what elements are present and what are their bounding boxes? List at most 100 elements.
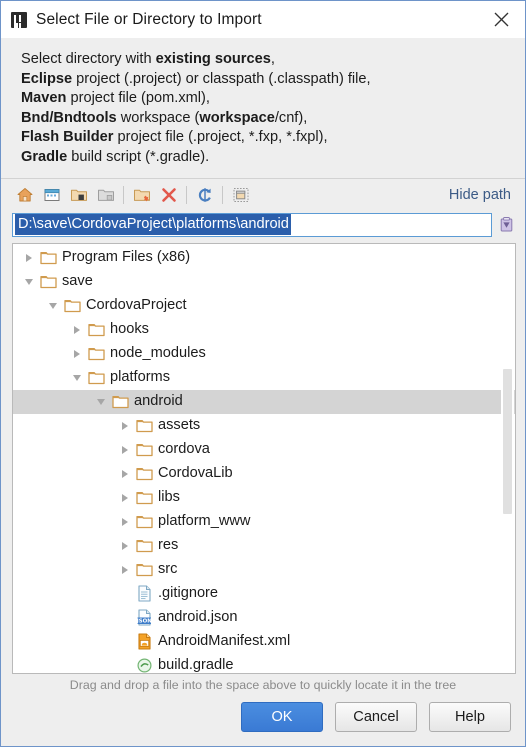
description-line: Bnd/Bndtools workspace (workspace/cnf), — [21, 109, 525, 129]
tree-row[interactable]: src — [13, 558, 515, 582]
folder-icon — [61, 294, 83, 318]
chevron-right-icon[interactable] — [117, 510, 133, 534]
description-line: Gradle build script (*.gradle). — [21, 148, 525, 168]
chevron-right-icon[interactable] — [117, 462, 133, 486]
folder-icon — [85, 342, 107, 366]
help-button[interactable]: Help — [429, 702, 511, 732]
description-segment: /cnf), — [274, 109, 308, 126]
chevron-down-icon[interactable] — [93, 390, 109, 414]
close-icon[interactable] — [481, 1, 521, 38]
desktop-button[interactable] — [38, 182, 65, 208]
path-input[interactable]: D:\save\CordovaProject\platforms\android — [12, 212, 492, 237]
tree-arrow-spacer — [117, 654, 133, 673]
path-input-value: D:\save\CordovaProject\platforms\android — [15, 214, 291, 236]
tree-row[interactable]: node_modules — [13, 342, 515, 366]
page-title: Select File or Directory to Import — [36, 10, 262, 28]
folder-icon — [37, 270, 59, 294]
hide-path-link[interactable]: Hide path — [449, 187, 517, 203]
import-dialog: Select File or Directory to Import Selec… — [0, 0, 526, 747]
paste-icon[interactable] — [495, 213, 517, 237]
json-file-icon: JSON — [133, 606, 155, 630]
chevron-right-icon[interactable] — [69, 342, 85, 366]
chevron-down-icon[interactable] — [21, 270, 37, 294]
description-segment: build script (*.gradle). — [67, 148, 210, 165]
toolbar-separator — [186, 185, 187, 204]
tree-row-label: libs — [158, 489, 180, 506]
toolbar-separator — [222, 185, 223, 204]
chevron-right-icon[interactable] — [117, 558, 133, 582]
drag-drop-hint: Drag and drop a file into the space abov… — [1, 674, 525, 698]
project-directory-button[interactable] — [65, 182, 92, 208]
chevron-right-icon[interactable] — [69, 318, 85, 342]
tree-row-label: .gitignore — [158, 585, 219, 602]
folder-icon — [133, 510, 155, 534]
chevron-right-icon[interactable] — [21, 246, 37, 270]
toolbar: Hide path — [1, 177, 525, 211]
tree-row-label: platforms — [110, 369, 171, 386]
folder-icon — [133, 558, 155, 582]
tree-row-label: hooks — [110, 321, 149, 338]
android-xml-file-icon — [133, 630, 155, 654]
dialog-button-bar: OK Cancel Help — [1, 698, 525, 746]
chevron-right-icon[interactable] — [117, 486, 133, 510]
folder-icon — [133, 414, 155, 438]
description-segment: project file (.project, *.fxp, *.fxpl), — [113, 129, 328, 146]
tree-row[interactable]: CordovaLib — [13, 462, 515, 486]
tree-row-label: CordovaProject — [86, 297, 187, 314]
file-tree[interactable]: Program Files (x86) save CordovaProject hoo… — [13, 244, 515, 673]
tree-row-label: res — [158, 537, 179, 554]
tree-row-label: save — [62, 273, 93, 290]
chevron-right-icon[interactable] — [117, 438, 133, 462]
tree-row[interactable]: res — [13, 534, 515, 558]
tree-row-label: AndroidManifest.xml — [158, 633, 291, 650]
tree-arrow-spacer — [117, 582, 133, 606]
tree-row-label: assets — [158, 417, 201, 434]
description-text: Select directory with existing sources, E… — [1, 38, 525, 178]
ok-button[interactable]: OK — [241, 702, 323, 732]
new-folder-button[interactable] — [128, 182, 155, 208]
show-hidden-files-button[interactable] — [227, 182, 254, 208]
tree-scrollbar[interactable] — [501, 244, 514, 672]
cancel-button[interactable]: Cancel — [335, 702, 417, 732]
folder-icon — [109, 390, 131, 414]
tree-row[interactable]: CordovaProject — [13, 294, 515, 318]
tree-row[interactable]: platform_www — [13, 510, 515, 534]
tree-row-label: platform_www — [158, 513, 251, 530]
tree-scrollbar-thumb[interactable] — [503, 368, 512, 514]
folder-icon — [133, 486, 155, 510]
file-tree-panel: Program Files (x86) save CordovaProject hoo… — [12, 242, 516, 674]
description-segment: workspace — [199, 109, 275, 126]
tree-row[interactable]: Program Files (x86) — [13, 246, 515, 270]
home-button[interactable] — [11, 182, 38, 208]
tree-row[interactable]: platforms — [13, 366, 515, 390]
tree-row[interactable]: JSON android.json — [13, 606, 515, 630]
chevron-down-icon[interactable] — [69, 366, 85, 390]
tree-row[interactable]: cordova — [13, 438, 515, 462]
tree-row[interactable]: save — [13, 270, 515, 294]
chevron-down-icon[interactable] — [45, 294, 61, 318]
tree-row[interactable]: .gitignore — [13, 582, 515, 606]
chevron-right-icon[interactable] — [117, 534, 133, 558]
folder-icon — [85, 366, 107, 390]
tree-row[interactable]: build.gradle — [13, 654, 515, 673]
tree-arrow-spacer — [117, 630, 133, 654]
tree-row-label: src — [158, 561, 178, 578]
tree-row[interactable]: AndroidManifest.xml — [13, 630, 515, 654]
tree-row[interactable]: libs — [13, 486, 515, 510]
tree-row[interactable]: hooks — [13, 318, 515, 342]
tree-row-label: node_modules — [110, 345, 206, 362]
description-segment: Select directory with — [21, 51, 156, 67]
dialog-bottom-edge — [1, 743, 525, 746]
refresh-button[interactable] — [191, 182, 218, 208]
tree-row-selected[interactable]: android — [13, 389, 515, 414]
description-segment: Eclipse — [21, 70, 73, 87]
description-segment: Flash Builder — [21, 129, 114, 146]
delete-button[interactable] — [155, 182, 182, 208]
tree-row-label: CordovaLib — [158, 465, 233, 482]
tree-row[interactable]: assets — [13, 414, 515, 438]
folder-icon — [85, 318, 107, 342]
chevron-right-icon[interactable] — [117, 414, 133, 438]
description-segment: , — [270, 51, 275, 67]
module-directory-button[interactable] — [92, 182, 119, 208]
tree-row-label: Program Files (x86) — [62, 249, 191, 266]
